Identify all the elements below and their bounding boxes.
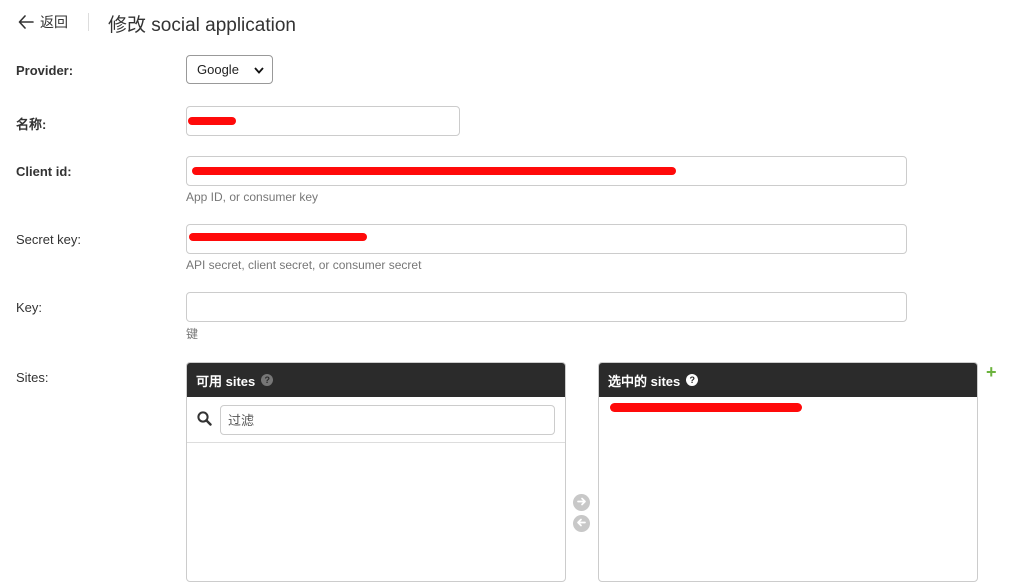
- key-label: Key:: [16, 300, 43, 315]
- provider-select[interactable]: Google: [186, 55, 273, 84]
- provider-selected-value: Google: [197, 62, 239, 77]
- sites-label: Sites:: [16, 370, 49, 385]
- secret-key-help: API secret, client secret, or consumer s…: [186, 258, 422, 272]
- back-link[interactable]: 返回: [18, 12, 68, 32]
- help-icon[interactable]: ?: [686, 374, 699, 386]
- client-id-label: Client id:: [16, 164, 72, 179]
- chosen-sites-title: 选中的 sites: [608, 373, 681, 389]
- remove-site-button[interactable]: [573, 515, 590, 532]
- available-sites-box: 可用 sites ? 过滤: [186, 362, 566, 582]
- arrow-left-icon: [576, 516, 587, 531]
- redaction-mark: [610, 403, 802, 412]
- page-title: 修改 social application: [108, 15, 296, 36]
- help-icon[interactable]: ?: [261, 374, 274, 386]
- search-icon: [197, 410, 212, 429]
- filter-row: 过滤: [187, 397, 565, 443]
- available-sites-header: 可用 sites ?: [187, 363, 565, 397]
- page-header: 返回 修改 social application: [0, 0, 1036, 46]
- chosen-sites-header: 选中的 sites ?: [599, 363, 977, 397]
- key-input[interactable]: [186, 292, 907, 322]
- secret-key-label: Secret key:: [16, 232, 82, 247]
- add-site-button[interactable]: +: [986, 363, 997, 381]
- header-divider: [88, 13, 89, 31]
- provider-label: Provider:: [16, 63, 74, 78]
- client-id-help: App ID, or consumer key: [186, 190, 319, 204]
- arrow-left-icon: [18, 15, 34, 29]
- available-sites-list[interactable]: [187, 443, 565, 581]
- redaction-mark: [192, 167, 676, 175]
- redaction-mark: [188, 117, 236, 125]
- available-sites-title: 可用 sites: [196, 373, 256, 389]
- filter-input[interactable]: 过滤: [220, 404, 555, 435]
- key-help: 键: [186, 327, 199, 341]
- chevron-down-icon: [254, 62, 264, 77]
- redaction-mark: [189, 233, 367, 241]
- name-label: 名称:: [16, 117, 47, 132]
- arrow-right-icon: [576, 495, 587, 510]
- back-label: 返回: [40, 14, 68, 30]
- choose-site-button[interactable]: [573, 494, 590, 511]
- chosen-sites-list[interactable]: [599, 397, 977, 577]
- chosen-sites-box: 选中的 sites ?: [598, 362, 978, 582]
